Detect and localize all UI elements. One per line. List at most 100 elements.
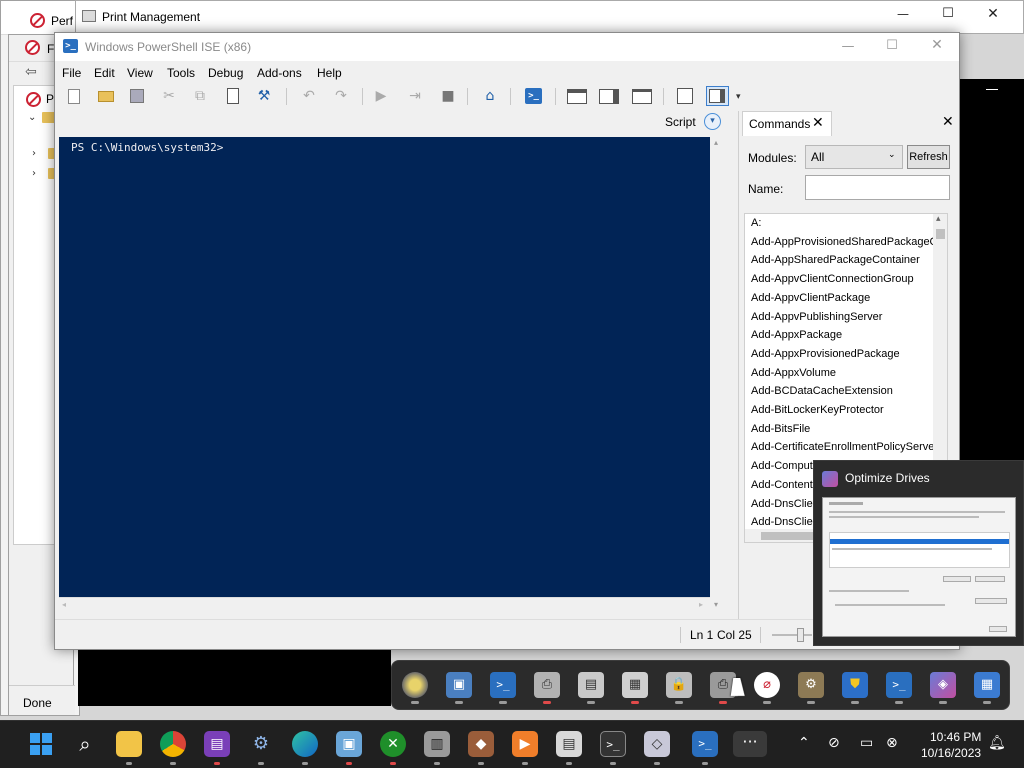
system-info-icon[interactable]: ▣ [336,731,362,757]
memory-diagnostic-icon[interactable]: ▥ [424,731,450,757]
scroll-up-icon[interactable]: ▴ [714,138,718,147]
ise-close-button[interactable]: ✕ [914,37,960,53]
clapper-app-icon[interactable]: ▤ [204,731,230,757]
event-viewer-icon[interactable]: ▦ [622,672,648,698]
command-list-item[interactable]: Add-Content [751,479,813,497]
media-player-icon[interactable]: ▶ [512,731,538,757]
remote-powershell-icon[interactable]: ⌂ [480,86,500,106]
menu-tools[interactable]: Tools [167,66,195,80]
edge-icon[interactable] [292,731,318,757]
show-command-window-icon[interactable] [675,86,695,106]
ise-minimize-button[interactable]: — [825,39,871,54]
toolbar-overflow-icon[interactable]: ▾ [736,92,741,102]
start-powershell-icon[interactable]: >_ [525,88,542,104]
copy-icon[interactable]: ⧉ [190,86,210,106]
optimize-drives-icon[interactable]: ◈ [930,672,956,698]
powershell-ise-icon[interactable]: >_ [886,672,912,698]
save-icon[interactable] [127,86,147,106]
menu-view[interactable]: View [127,66,153,80]
menu-debug[interactable]: Debug [208,66,243,80]
xbox-icon[interactable]: ✕ [380,731,406,757]
scroll-left-icon[interactable]: ◂ [62,600,66,609]
search-icon[interactable]: ⌕ [72,731,98,757]
stop-icon[interactable]: ■ [438,86,458,106]
menu-edit[interactable]: Edit [94,66,115,80]
name-input[interactable] [805,175,950,200]
zoom-slider[interactable] [772,634,812,636]
clear-console-icon[interactable]: ⚒ [254,86,274,106]
command-list-item[interactable]: Add-BCDataCacheExtension [751,385,893,403]
menu-file[interactable]: File [62,66,81,80]
start-windows-icon[interactable] [28,731,54,757]
close-button[interactable]: ✕ [970,6,1016,22]
show-hidden-icons-icon[interactable]: ⌃ [798,735,810,751]
script-toggle-label[interactable]: Script [665,115,696,129]
print-management-icon[interactable]: ⎙ [534,672,560,698]
ise-maximize-button[interactable]: ☐ [869,38,915,53]
minimize-button[interactable]: — [880,7,926,21]
network-icon[interactable]: ⊘ [828,735,840,751]
settings-gear-icon[interactable]: ⚙ [248,731,274,757]
powershell-taskbar-icon[interactable]: >_ [692,731,718,757]
maximize-button[interactable]: ☐ [925,6,971,21]
command-list-item[interactable]: A: [751,217,761,235]
command-list-item[interactable]: Add-AppSharedPackageContainer [751,254,920,272]
terminal-icon[interactable]: >_ [600,731,626,757]
command-list-item[interactable]: Add-AppxPackage [751,329,842,347]
display-icon[interactable]: ▭ [860,735,873,751]
command-list-item[interactable]: Add-AppProvisionedSharedPackageC [751,236,938,254]
refresh-button[interactable]: Refresh [907,145,950,169]
zoom-slider-thumb[interactable] [797,628,804,642]
ise-titlebar[interactable]: >_ Windows PowerShell ISE (x86) — ☐ ✕ [55,33,959,61]
command-list-item[interactable]: Add-BitLockerKeyProtector [751,404,884,422]
local-security-policy-icon[interactable]: 🔒 [666,672,692,698]
open-folder-icon[interactable] [96,86,116,106]
command-list-item[interactable]: Add-AppxProvisionedPackage [751,348,900,366]
services-icon[interactable]: ⚙ [798,672,824,698]
run-script-icon[interactable]: ▶ [371,86,391,106]
show-script-top-icon[interactable] [567,86,587,106]
paste-icon[interactable] [223,86,243,106]
notification-bell-icon[interactable]: 🔔︎ [988,735,1006,751]
command-list-item[interactable]: Add-DnsClier [751,498,816,516]
performance-monitor-icon[interactable]: ⌀ [754,672,780,698]
command-list-item[interactable]: Add-BitsFile [751,423,810,441]
show-script-right-icon[interactable] [599,86,619,106]
menu-addons[interactable]: Add-ons [257,66,302,80]
command-list-item[interactable]: Add-AppvClientPackage [751,292,870,310]
command-list-item[interactable]: Add-AppvPublishingServer [751,311,882,329]
undo-icon[interactable]: ↶ [299,86,319,106]
command-list-item[interactable]: Add-CertificateEnrollmentPolicyServe [751,441,934,459]
back-arrow-icon[interactable]: ⇦ [25,64,37,80]
computer-management-icon[interactable]: ▣ [446,672,472,698]
hyperv-icon[interactable]: ◇ [644,731,670,757]
console-pane[interactable]: PS C:\Windows\system32> [59,137,710,597]
close-pane-icon[interactable]: ✕ [942,114,954,130]
expand-chevron-icon[interactable]: › [32,148,36,159]
powershell-icon[interactable]: >_ [490,672,516,698]
console-vertical-scrollbar[interactable]: ▴ ▾ [710,137,726,615]
scroll-down-icon[interactable]: ▾ [714,600,718,609]
expand-chevron-icon[interactable]: ⌄ [28,112,36,123]
package-icon[interactable]: ◆ [468,731,494,757]
chrome-icon[interactable] [160,731,186,757]
resource-monitor-icon[interactable]: ▤ [556,731,582,757]
disk-cleanup-icon[interactable] [402,672,428,698]
scroll-thumb[interactable] [936,229,945,239]
clock-time[interactable]: 10:46 PM [930,730,981,744]
expand-chevron-icon[interactable]: › [32,168,36,179]
scroll-right-icon[interactable]: ▸ [699,600,703,609]
show-script-chevron-icon[interactable]: ▾ [704,113,721,130]
scroll-thumb[interactable] [761,532,821,540]
clock-date[interactable]: 10/16/2023 [921,746,981,760]
commands-tab[interactable]: Commands ✕ [742,111,832,136]
command-list-item[interactable]: Add-Comput [751,460,813,478]
show-command-addon-icon[interactable] [706,86,729,106]
redo-icon[interactable]: ↷ [331,86,351,106]
new-file-icon[interactable] [64,86,84,106]
command-list-item[interactable]: Add-AppvClientConnectionGroup [751,273,914,291]
console-horizontal-scrollbar[interactable]: ◂ ▸ [59,597,710,615]
scroll-up-icon[interactable]: ▴ [936,214,941,224]
file-explorer-icon[interactable] [116,731,142,757]
menu-help[interactable]: Help [317,66,342,80]
